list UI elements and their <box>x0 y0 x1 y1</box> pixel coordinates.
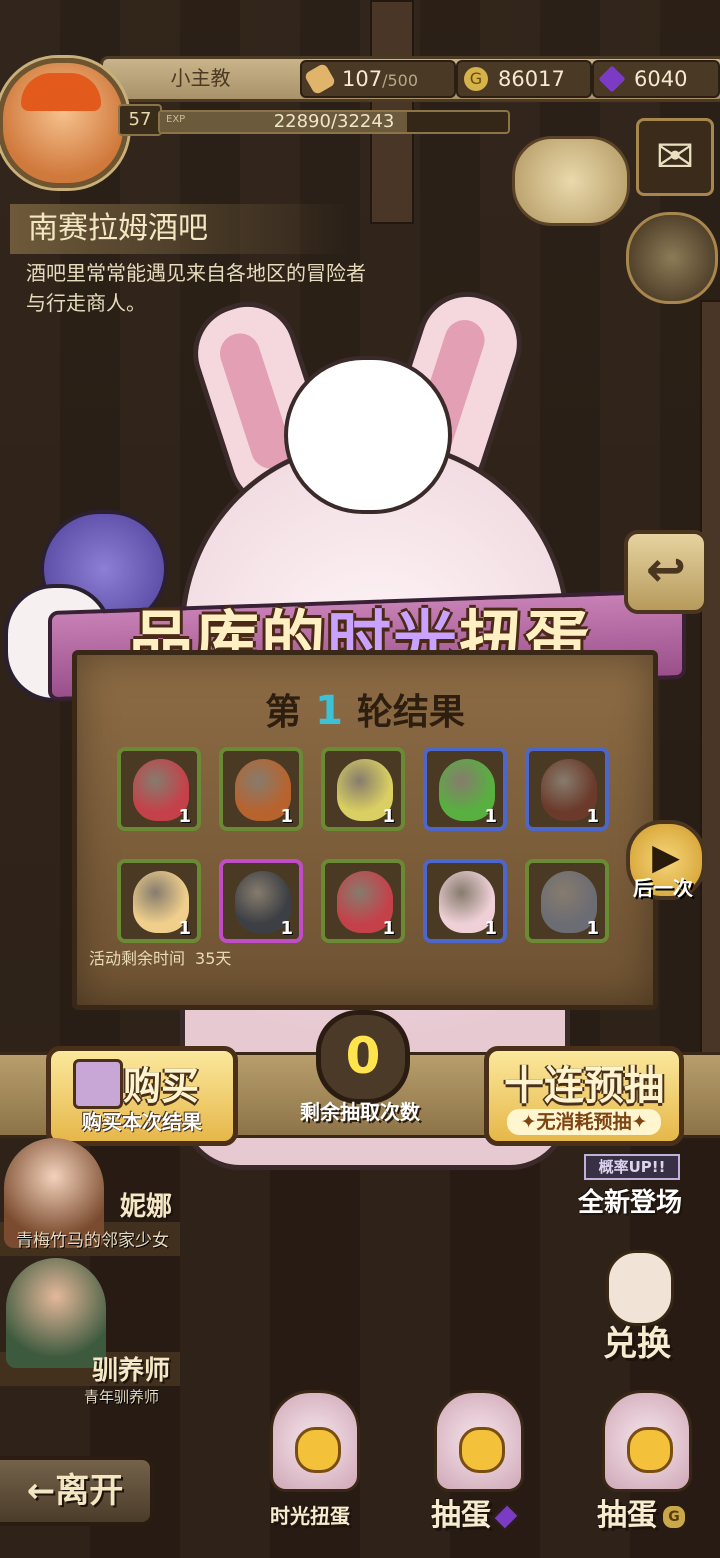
time-gacha-machine-icon <box>270 1390 360 1492</box>
item-count: 1 <box>586 918 599 939</box>
remaining-count: 0 <box>316 1010 410 1104</box>
gold-gacha-label: 抽蛋 G <box>582 1490 702 1534</box>
exchange-bag-icon <box>606 1250 674 1326</box>
gacha-machine-icon <box>602 1390 692 1492</box>
next-result-label[interactable]: 后一次 <box>620 872 706 901</box>
item-count: 1 <box>382 918 395 939</box>
time-gacha-label: 时光扭蛋 <box>270 1504 350 1528</box>
item-count: 1 <box>484 806 497 827</box>
result-slot[interactable]: 1 <box>117 859 201 943</box>
round-number: 1 <box>315 688 343 734</box>
exp-text: 22890/32243 <box>273 111 395 132</box>
gem-counter[interactable]: 6040 <box>592 60 720 98</box>
item-count: 1 <box>280 806 293 827</box>
stamina-counter[interactable]: 107/500 <box>300 60 456 98</box>
gem-gacha-button[interactable]: 抽蛋 <box>414 1390 534 1533</box>
remaining-label: 剩余抽取次数 <box>300 1100 420 1124</box>
player-avatar[interactable] <box>0 58 128 188</box>
round-suffix: 轮结果 <box>356 692 465 733</box>
npc-subtitle-nina: 青梅竹马的邻家少女 <box>16 1231 169 1251</box>
item-count: 1 <box>586 806 599 827</box>
player-name: 小主教 <box>170 66 231 90</box>
npc-name-tamer[interactable]: 驯养师 <box>92 1350 170 1387</box>
gem-gacha-label: 抽蛋 <box>414 1490 534 1534</box>
mail-icon[interactable]: ✉ <box>636 118 714 196</box>
npc-subtitle-tamer: 青年驯养师 <box>84 1388 160 1406</box>
quest-scroll-icon[interactable] <box>512 136 630 226</box>
purple-gem-icon <box>492 1502 520 1531</box>
result-slot[interactable]: 1 <box>423 859 507 943</box>
result-slot[interactable]: 1 <box>525 859 609 943</box>
gold-counter[interactable]: G 86017 <box>456 60 592 98</box>
new-arrival-label: 全新登场 <box>577 1188 682 1218</box>
result-slot[interactable]: 1 <box>525 747 609 831</box>
results-board: 第 1 轮结果 1111111111 活动剩余时间 35天 <box>72 650 658 1010</box>
gold-gacha-button[interactable]: 抽蛋 G <box>582 1390 702 1533</box>
location-title: 南赛拉姆酒吧 <box>10 204 350 254</box>
ten-preview-sublabel: ✦无消耗预抽✦ <box>507 1109 661 1135</box>
ten-preview-label: 十连预抽 <box>504 1063 664 1109</box>
exchange-button[interactable]: 兑换 <box>572 1250 702 1364</box>
new-arrival-badge[interactable]: 概率UP!! 全新登场 <box>566 1150 694 1220</box>
round-prefix: 第 <box>265 692 302 733</box>
leave-button[interactable]: ←离开 <box>0 1456 154 1526</box>
npc-name-nina[interactable]: 妮娜 <box>120 1186 172 1223</box>
backpack-icon[interactable] <box>626 212 718 304</box>
gold-coin-icon: G <box>464 67 488 91</box>
gold-gacha-text: 抽蛋 <box>597 1498 657 1533</box>
event-timer: 活动剩余时间 35天 <box>89 945 231 969</box>
purple-gem-icon <box>598 65 626 93</box>
level-badge: 57 <box>118 104 162 136</box>
result-slot[interactable]: 1 <box>219 859 303 943</box>
round-title: 第 1 轮结果 <box>77 683 653 735</box>
timer-label: 活动剩余时间 <box>89 949 186 968</box>
time-gacha-button[interactable]: 时光扭蛋 <box>250 1390 370 1530</box>
result-slot[interactable]: 1 <box>321 747 405 831</box>
item-count: 1 <box>178 918 191 939</box>
item-count: 1 <box>382 806 395 827</box>
gem-value: 6040 <box>634 67 688 91</box>
ten-preview-button[interactable]: 十连预抽 ✦无消耗预抽✦ <box>484 1046 684 1146</box>
item-count: 1 <box>280 918 293 939</box>
exchange-label: 兑换 <box>603 1324 671 1364</box>
result-slot[interactable]: 1 <box>117 747 201 831</box>
gold-coin-icon: G <box>661 1503 687 1530</box>
timer-value: 35天 <box>195 949 232 968</box>
rabbit-head <box>284 356 452 514</box>
gacha-machine-icon <box>434 1390 524 1492</box>
npc-portrait-tamer[interactable] <box>6 1258 106 1368</box>
bread-icon <box>303 62 337 96</box>
buy-sublabel: 购买本次结果 <box>82 1110 202 1134</box>
ticket-icon <box>73 1059 123 1109</box>
result-slot[interactable]: 1 <box>423 747 507 831</box>
location-description: 酒吧里常常能遇见来自各地区的冒险者与行走商人。 <box>26 261 366 315</box>
gem-gacha-text: 抽蛋 <box>431 1498 491 1533</box>
rate-up-tag: 概率UP!! <box>584 1154 680 1180</box>
result-slot[interactable]: 1 <box>321 859 405 943</box>
item-count: 1 <box>178 806 191 827</box>
exp-bar: EXP 22890/32243 <box>158 110 510 134</box>
buy-label: 购买 <box>123 1064 200 1108</box>
buy-button[interactable]: 购买 购买本次结果 <box>46 1046 238 1146</box>
return-icon[interactable]: ↩ <box>624 530 708 614</box>
stamina-max: /500 <box>382 71 419 90</box>
item-count: 1 <box>484 918 497 939</box>
stamina-value: 107 <box>342 67 383 91</box>
gold-value: 86017 <box>498 67 565 91</box>
result-slot[interactable]: 1 <box>219 747 303 831</box>
